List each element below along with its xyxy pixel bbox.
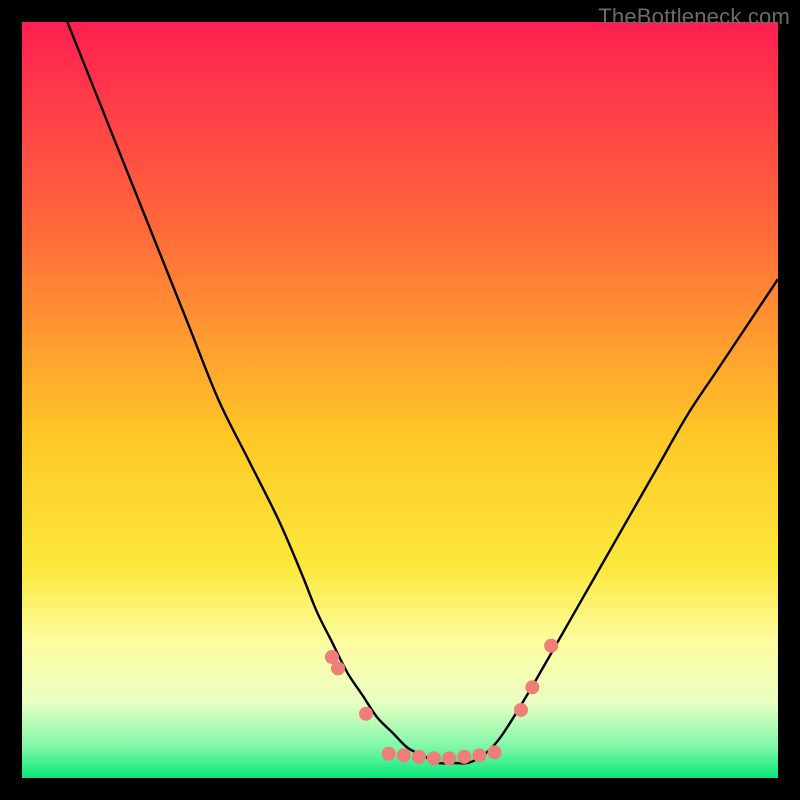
data-marker (544, 639, 558, 653)
data-marker (331, 661, 345, 675)
data-marker (457, 750, 471, 764)
data-marker (525, 680, 539, 694)
data-marker (514, 703, 528, 717)
chart-frame (22, 22, 778, 778)
data-marker (472, 748, 486, 762)
data-marker (427, 751, 441, 765)
data-marker (412, 750, 426, 764)
data-marker (382, 747, 396, 761)
chart-svg (22, 22, 778, 778)
data-marker (359, 707, 373, 721)
watermark-text: TheBottleneck.com (598, 4, 790, 30)
data-marker (397, 748, 411, 762)
data-marker (488, 745, 502, 759)
chart-background (22, 22, 778, 778)
data-marker (442, 751, 456, 765)
